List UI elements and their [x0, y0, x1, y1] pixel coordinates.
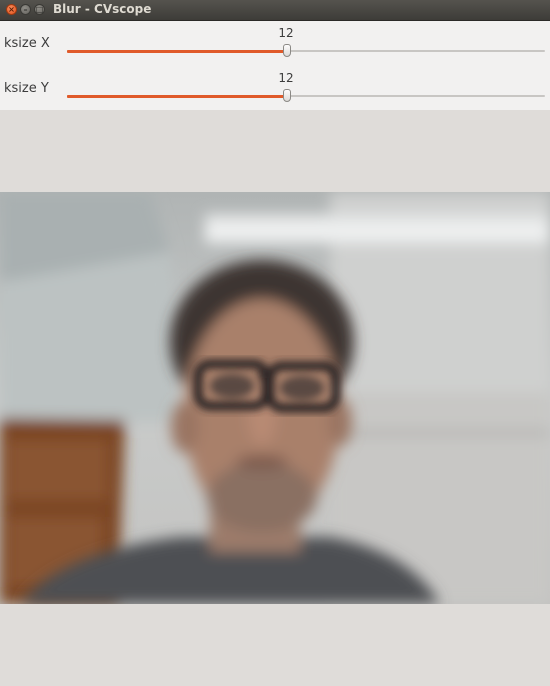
slider-handle-ksize-x[interactable]	[282, 44, 291, 57]
slider-track-ksize-y[interactable]	[67, 94, 545, 98]
slider-fill-ksize-y	[67, 94, 287, 98]
trackbar-label-ksize-x: ksize X	[4, 36, 50, 51]
trackbar-value-ksize-x: 12	[278, 26, 294, 40]
blurred-photo-drawing	[0, 192, 550, 604]
trackbar-ksize-y: ksize Y 12	[0, 66, 550, 110]
slider-fill-ksize-x	[67, 49, 287, 53]
trackbar-panel: ksize X 12 ksize Y 12	[0, 21, 550, 110]
window-title: Blur - CVscope	[53, 2, 152, 16]
blurred-webcam-frame	[0, 192, 550, 604]
trackbar-value-ksize-y: 12	[278, 71, 294, 85]
close-icon[interactable]: ×	[6, 4, 17, 15]
maximize-icon[interactable]: □	[34, 4, 45, 15]
slider-handle-ksize-y[interactable]	[282, 89, 291, 102]
title-bar[interactable]: × – □ Blur - CVscope	[0, 0, 550, 21]
trackbar-ksize-x: ksize X 12	[0, 21, 550, 65]
cvscope-window: × – □ Blur - CVscope ksize X 12 ksize Y …	[0, 0, 550, 686]
image-display-area	[0, 110, 550, 686]
minimize-icon[interactable]: –	[20, 4, 31, 15]
slider-track-ksize-x[interactable]	[67, 49, 545, 53]
trackbar-label-ksize-y: ksize Y	[4, 81, 49, 96]
